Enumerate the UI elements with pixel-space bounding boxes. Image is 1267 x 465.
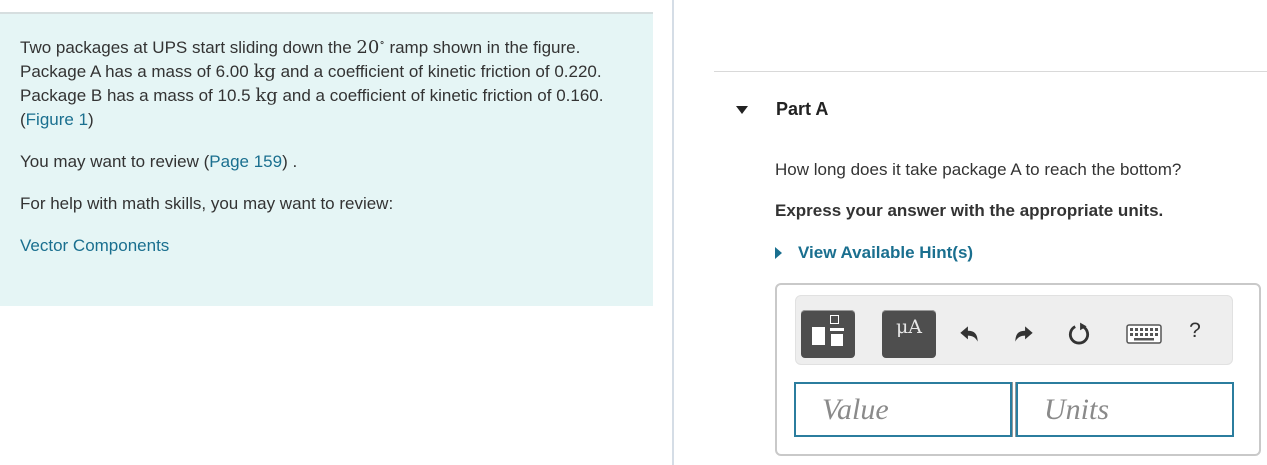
- part-a-header[interactable]: Part A: [736, 99, 828, 120]
- part-title: Part A: [776, 99, 829, 119]
- help-button[interactable]: ?: [1185, 319, 1205, 345]
- units-button[interactable]: μA: [882, 310, 936, 358]
- hint-label[interactable]: View Available Hint(s): [798, 243, 973, 263]
- redo-icon[interactable]: [1011, 321, 1037, 347]
- pane-divider[interactable]: [672, 0, 674, 465]
- problem-pane: Two packages at UPS start sliding down t…: [0, 12, 653, 306]
- units-input[interactable]: Units: [1016, 382, 1234, 437]
- page-link[interactable]: Page 159: [209, 152, 282, 171]
- problem-text-1: Two packages at UPS start sliding down t…: [20, 38, 357, 57]
- question-text: How long does it take package A to reach…: [775, 160, 1182, 179]
- vector-components-link[interactable]: Vector Components: [20, 236, 169, 255]
- templates-button[interactable]: [801, 310, 855, 358]
- unit-kg-a: kg: [253, 61, 276, 82]
- value-input[interactable]: Value: [794, 382, 1012, 437]
- view-hints-toggle[interactable]: View Available Hint(s): [775, 243, 973, 263]
- math-toolbar: μA ?: [795, 295, 1233, 365]
- unit-kg-b: kg: [255, 85, 278, 106]
- review-line: You may want to review (Page 159) .: [20, 152, 298, 171]
- answer-instructions: Express your answer with the appropriate…: [775, 201, 1164, 220]
- reset-icon[interactable]: [1066, 321, 1092, 347]
- problem-text-4: and a coefficient of kinetic friction of…: [277, 86, 604, 105]
- math-help-text: For help with math skills, you may want …: [20, 194, 394, 213]
- keyboard-icon[interactable]: [1126, 324, 1162, 344]
- answer-box: μA ? Value Units: [775, 283, 1261, 456]
- angle-value: 20∘: [356, 36, 385, 58]
- part-divider: [714, 71, 1267, 72]
- collapse-triangle-icon[interactable]: [736, 105, 748, 114]
- problem-statement: Two packages at UPS start sliding down t…: [20, 36, 604, 129]
- undo-icon[interactable]: [956, 321, 982, 347]
- figure-link[interactable]: Figure 1: [26, 110, 88, 129]
- expand-triangle-icon[interactable]: [775, 247, 782, 259]
